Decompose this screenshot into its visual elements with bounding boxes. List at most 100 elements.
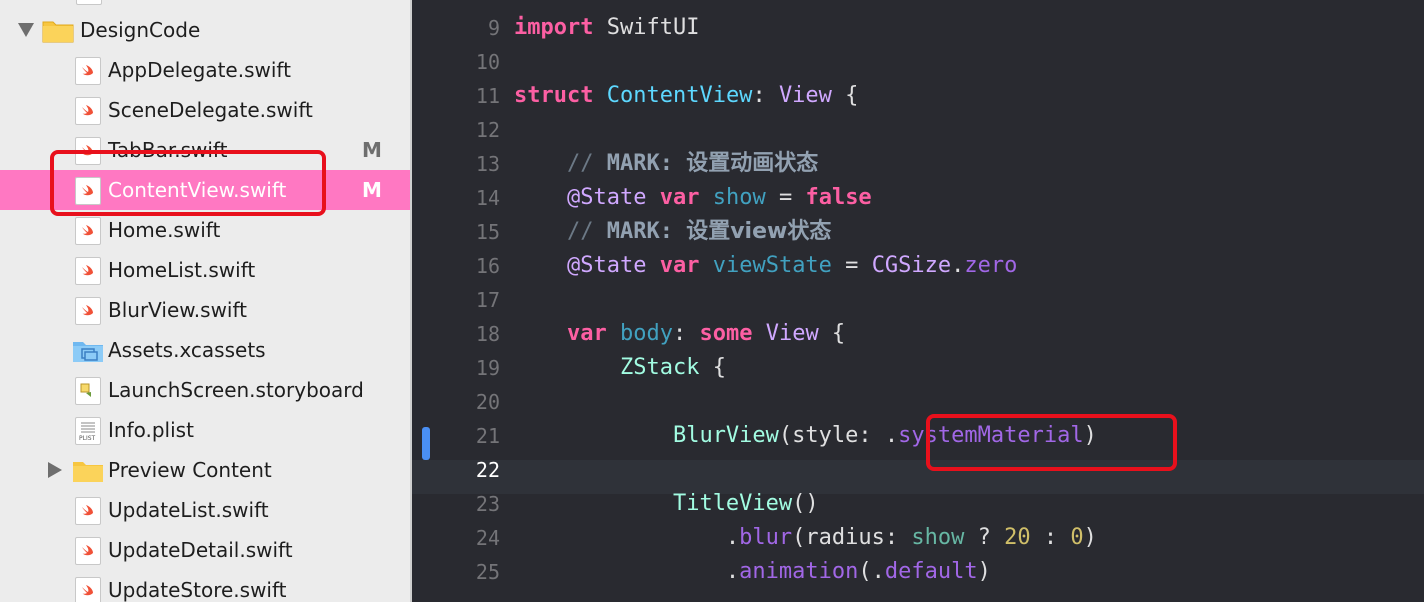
code-line[interactable]: 22 bbox=[412, 453, 1424, 487]
code-text: var body: some View { bbox=[514, 317, 845, 351]
code-token: ZStack bbox=[619, 355, 700, 380]
nav-item-assets-xcassets[interactable]: Assets.xcassets bbox=[0, 330, 410, 370]
code-token: = bbox=[831, 253, 872, 278]
nav-item-label: BlurView.swift bbox=[108, 298, 248, 322]
line-number: 11 bbox=[475, 84, 500, 108]
code-token: blur bbox=[739, 525, 793, 550]
project-navigator: DesignCode AppDelegate.swift SceneDelegat… bbox=[0, 0, 410, 602]
swift-file-icon bbox=[75, 497, 101, 525]
code-line[interactable]: 23 TitleView() bbox=[412, 487, 1424, 521]
nav-row-clipped bbox=[0, 0, 410, 10]
code-token: animation bbox=[739, 559, 859, 584]
code-token: 设置view状态 bbox=[686, 219, 832, 244]
code-line[interactable]: 10 bbox=[412, 45, 1424, 79]
code-line[interactable]: 16 @State var viewState = CGSize.zero bbox=[412, 249, 1424, 283]
code-text: import SwiftUI bbox=[514, 11, 699, 45]
code-line[interactable]: 13 // MARK: 设置动画状态 bbox=[412, 147, 1424, 181]
code-line[interactable]: 21 BlurView(style: .systemMaterial) bbox=[412, 419, 1424, 453]
code-line[interactable]: 24 .blur(radius: show ? 20 : 0) bbox=[412, 521, 1424, 555]
line-number: 10 bbox=[475, 50, 500, 74]
code-token: ContentView bbox=[606, 83, 753, 108]
storyboard-icon bbox=[75, 377, 101, 405]
code-token: CGSize bbox=[871, 253, 952, 278]
line-number: 16 bbox=[475, 254, 500, 278]
nav-item-label: ContentView.swift bbox=[108, 178, 287, 202]
line-number: 12 bbox=[475, 118, 500, 142]
code-line[interactable]: 9 import SwiftUI bbox=[412, 11, 1424, 45]
nav-item-updatestore-swift[interactable]: UpdateStore.swift bbox=[0, 570, 410, 602]
code-token: (style: bbox=[778, 423, 885, 448]
code-line[interactable]: 15 // MARK: 设置view状态 bbox=[412, 215, 1424, 249]
swift-file-icon bbox=[75, 57, 101, 85]
code-token: . bbox=[514, 525, 740, 550]
code-token: View bbox=[765, 321, 819, 346]
disclosure-closed-icon[interactable] bbox=[48, 462, 62, 478]
line-number: 23 bbox=[475, 492, 500, 516]
nav-item-scenedelegate-swift[interactable]: SceneDelegate.swift bbox=[0, 90, 410, 130]
code-token: @State bbox=[566, 185, 647, 210]
nav-item-info-plist[interactable]: PLIST Info.plist bbox=[0, 410, 410, 450]
code-line[interactable]: 12 bbox=[412, 113, 1424, 147]
code-line[interactable]: 19 ZStack { bbox=[412, 351, 1424, 385]
line-number: 22 bbox=[475, 458, 500, 482]
nav-item-tabbar-swift[interactable]: TabBar.swift M bbox=[0, 130, 410, 170]
code-line[interactable]: 14 @State var show = false bbox=[412, 181, 1424, 215]
file-icon bbox=[76, 0, 102, 5]
line-number: 17 bbox=[475, 288, 500, 312]
code-token: TitleView bbox=[672, 491, 793, 516]
nav-item-home-swift[interactable]: Home.swift bbox=[0, 210, 410, 250]
code-line[interactable]: 17 bbox=[412, 283, 1424, 317]
line-number: 24 bbox=[475, 526, 500, 550]
swift-file-icon bbox=[75, 177, 101, 205]
code-token: . bbox=[514, 559, 740, 584]
nav-item-homelist-swift[interactable]: HomeList.swift bbox=[0, 250, 410, 290]
line-number: 13 bbox=[475, 152, 500, 176]
nav-item-appdelegate-swift[interactable]: AppDelegate.swift bbox=[0, 50, 410, 90]
nav-group-label: DesignCode bbox=[80, 18, 201, 42]
code-text: @State var show = false bbox=[514, 181, 872, 215]
code-token: struct bbox=[514, 83, 594, 108]
nav-item-updatelist-swift[interactable]: UpdateList.swift bbox=[0, 490, 410, 530]
code-token: 0 bbox=[1070, 525, 1084, 550]
nav-item-contentview-swift[interactable]: ContentView.swift M bbox=[0, 170, 410, 210]
swift-file-icon bbox=[75, 537, 101, 565]
line-number: 25 bbox=[475, 560, 500, 584]
code-token: MARK: bbox=[606, 219, 673, 244]
code-line[interactable]: 18 var body: some View { bbox=[412, 317, 1424, 351]
code-token: // bbox=[566, 151, 607, 176]
nav-group-designcode[interactable]: DesignCode bbox=[0, 10, 410, 50]
source-control-badge: M bbox=[362, 178, 382, 202]
nav-item-preview-content[interactable]: Preview Content bbox=[0, 450, 410, 490]
code-token: : bbox=[672, 321, 700, 346]
swift-file-icon bbox=[75, 137, 101, 165]
swift-file-icon bbox=[75, 97, 101, 125]
code-line[interactable]: 20 bbox=[412, 385, 1424, 419]
asset-catalog-icon bbox=[72, 339, 104, 363]
code-line[interactable]: 11 struct ContentView: View { bbox=[412, 79, 1424, 113]
plist-file-icon: PLIST bbox=[75, 417, 101, 445]
nav-item-launchscreen-storyboard[interactable]: LaunchScreen.storyboard bbox=[0, 370, 410, 410]
code-token: @State bbox=[566, 253, 647, 278]
code-token: ) bbox=[977, 559, 991, 584]
code-token: . bbox=[951, 253, 965, 278]
nav-item-label: SceneDelegate.swift bbox=[108, 98, 313, 122]
disclosure-open-icon[interactable] bbox=[18, 23, 34, 37]
code-text: .animation(.default) bbox=[514, 555, 991, 589]
swift-file-icon bbox=[75, 577, 101, 602]
nav-item-updatedetail-swift[interactable]: UpdateDetail.swift bbox=[0, 530, 410, 570]
nav-item-blurview-swift[interactable]: BlurView.swift bbox=[0, 290, 410, 330]
code-token: BlurView bbox=[672, 423, 779, 448]
code-text: .blur(radius: show ? 20 : 0) bbox=[514, 521, 1097, 555]
folder-icon bbox=[72, 459, 104, 483]
code-token: 20 bbox=[1004, 525, 1031, 550]
swift-file-icon bbox=[75, 257, 101, 285]
code-line[interactable]: 25 .animation(.default) bbox=[412, 555, 1424, 589]
